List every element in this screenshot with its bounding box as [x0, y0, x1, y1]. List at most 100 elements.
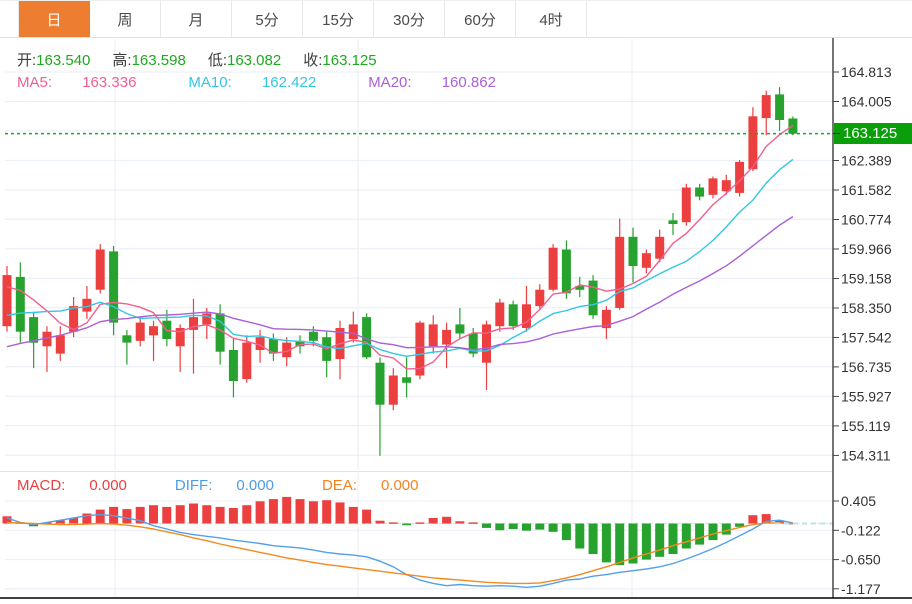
price-tick-label: 156.735 [841, 359, 892, 375]
macd-bar[interactable] [522, 523, 531, 531]
candle-body[interactable] [308, 331, 318, 341]
macd-bar[interactable] [162, 506, 172, 524]
tab-日[interactable]: 日 [18, 1, 90, 37]
macd-bar[interactable] [508, 523, 518, 530]
macd-bar[interactable] [149, 505, 158, 524]
candle-body[interactable] [761, 95, 771, 119]
tab-15分[interactable]: 15分 [303, 1, 374, 37]
macd-bar[interactable] [575, 523, 585, 549]
price-tick-label: 162.389 [841, 153, 892, 169]
candle-body[interactable] [615, 236, 625, 308]
tab-4时[interactable]: 4时 [516, 1, 587, 37]
candle-body[interactable] [495, 302, 505, 327]
macd-bar[interactable] [95, 509, 105, 524]
candle-body[interactable] [402, 377, 412, 383]
macd-bar[interactable] [388, 522, 398, 524]
candle-body[interactable] [775, 94, 785, 120]
candle-body[interactable] [522, 304, 531, 328]
macd-bar[interactable] [681, 523, 691, 549]
candle-body[interactable] [202, 313, 212, 325]
candle-body[interactable] [561, 249, 571, 294]
macd-bar[interactable] [295, 499, 305, 524]
candle-body[interactable] [375, 362, 385, 405]
macd-bar[interactable] [721, 523, 731, 535]
ma10-line [6, 158, 794, 357]
macd-bar[interactable] [548, 523, 558, 532]
macd-bar[interactable] [255, 501, 265, 524]
candle-body[interactable] [2, 275, 12, 327]
candle-body[interactable] [508, 304, 518, 327]
macd-bar[interactable] [601, 523, 611, 563]
candle-body[interactable] [708, 178, 718, 195]
macd-bar[interactable] [175, 505, 185, 524]
macd-bar[interactable] [122, 509, 132, 524]
macd-bar[interactable] [215, 506, 225, 524]
macd-bar[interactable] [655, 523, 665, 557]
macd-bar[interactable] [468, 522, 478, 524]
macd-bar[interactable] [615, 523, 625, 566]
price-tick-label: 159.966 [841, 241, 892, 257]
candle-body[interactable] [482, 324, 491, 363]
macd-bar[interactable] [348, 506, 358, 524]
candle-body[interactable] [348, 324, 358, 339]
candle-body[interactable] [695, 187, 705, 197]
macd-bar[interactable] [375, 520, 385, 524]
macd-bar[interactable] [282, 496, 292, 524]
candle-body[interactable] [535, 289, 545, 307]
candle-body[interactable] [681, 187, 691, 223]
macd-bar[interactable] [695, 523, 705, 545]
macd-bar[interactable] [308, 501, 318, 524]
macd-bar[interactable] [535, 523, 545, 530]
candle-body[interactable] [95, 249, 105, 290]
candle-body[interactable] [388, 375, 398, 405]
macd-bar[interactable] [228, 508, 238, 524]
macd-bar[interactable] [402, 523, 412, 526]
candle-body[interactable] [122, 335, 132, 343]
macd-bar[interactable] [588, 523, 598, 555]
macd-bar[interactable] [322, 500, 332, 524]
close-value: 163.125 [322, 52, 377, 69]
tab-周[interactable]: 周 [90, 1, 161, 37]
macd-bar[interactable] [242, 505, 252, 524]
macd-bar[interactable] [455, 521, 465, 524]
candle-body[interactable] [149, 326, 158, 336]
macd-bar[interactable] [428, 518, 438, 524]
candle-body[interactable] [228, 350, 238, 381]
candle-body[interactable] [628, 236, 638, 266]
tab-bar: 日周月 5分 15分 30分 60分 4时 [0, 0, 912, 38]
tab-5分[interactable]: 5分 [232, 1, 303, 37]
macd-bar[interactable] [268, 499, 278, 524]
tab-30分[interactable]: 30分 [374, 1, 445, 37]
candle-body[interactable] [455, 324, 465, 334]
tab-月[interactable]: 月 [161, 1, 232, 37]
macd-bar[interactable] [415, 522, 425, 524]
candle-body[interactable] [428, 324, 438, 347]
candle-body[interactable] [135, 322, 145, 341]
candle-body[interactable] [588, 280, 598, 316]
macd-bar[interactable] [442, 516, 452, 524]
macd-bar[interactable] [482, 523, 491, 528]
macd-bar[interactable] [561, 523, 571, 541]
macd-bar[interactable] [708, 523, 718, 541]
candle-body[interactable] [641, 253, 651, 268]
candle-body[interactable] [29, 317, 39, 343]
dea-value-readout: DEA: 0.000 [321, 477, 419, 494]
macd-bar[interactable] [189, 503, 198, 524]
macd-bar[interactable] [495, 523, 505, 531]
ma5-line [6, 124, 794, 370]
price-tick-label: 164.813 [841, 64, 892, 80]
price-tick-label: 160.774 [841, 212, 892, 228]
macd-bar[interactable] [202, 505, 212, 524]
candle-body[interactable] [242, 342, 252, 380]
tab-60分[interactable]: 60分 [445, 1, 516, 37]
candle-body[interactable] [109, 251, 119, 323]
macd-bar[interactable] [748, 515, 758, 524]
candle-body[interactable] [668, 220, 678, 224]
macd-bar[interactable] [335, 502, 345, 524]
macd-bar[interactable] [668, 523, 678, 555]
candle-body[interactable] [548, 247, 558, 290]
macd-bar[interactable] [362, 509, 372, 524]
candle-body[interactable] [442, 329, 452, 345]
candle-body[interactable] [15, 276, 25, 332]
candle-body[interactable] [55, 335, 65, 354]
